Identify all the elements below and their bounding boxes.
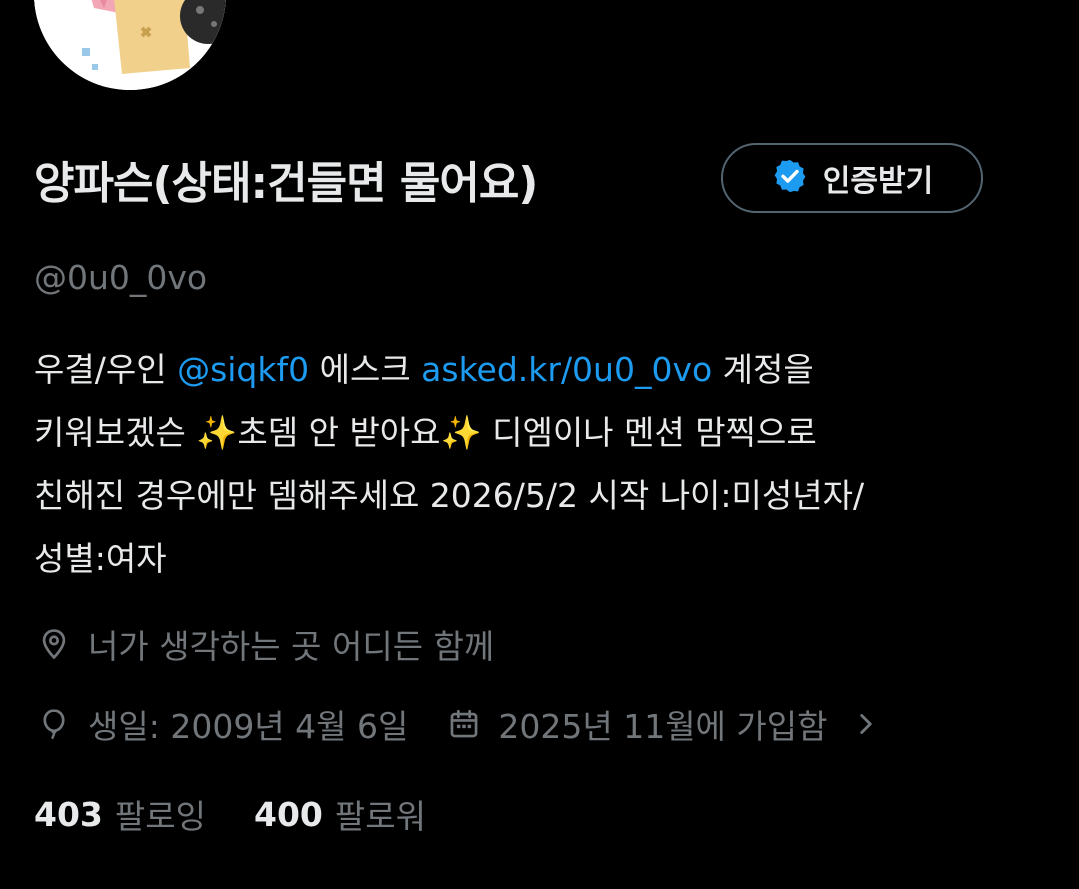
asked-link[interactable]: asked.kr/0u0_0vo bbox=[421, 350, 712, 389]
following-count: 403 bbox=[34, 794, 103, 834]
bio-text: 에스크 bbox=[309, 350, 422, 389]
profile-dates-row: 생일: 2009년 4월 6일 2025년 11월에 가입함 bbox=[34, 700, 878, 748]
get-verified-label: 인증받기 bbox=[822, 164, 934, 199]
calendar-icon bbox=[444, 704, 484, 744]
following-label: 팔로잉 bbox=[114, 797, 206, 836]
profile-joined-date: 2025년 11월에 가입함 bbox=[498, 707, 828, 746]
get-verified-button[interactable]: 인증받기 bbox=[721, 143, 983, 213]
profile-bio: 우결/우인 @siqkf0 에스크 asked.kr/0u0_0vo 계정을 키… bbox=[34, 338, 1044, 590]
verified-badge-icon bbox=[771, 157, 809, 199]
display-name: 양파슨(상태:건들면 물어요) bbox=[34, 158, 538, 209]
profile-handle: @0u0_0vo bbox=[34, 258, 208, 297]
avatar[interactable] bbox=[34, 0, 226, 90]
followers-label: 팔로워 bbox=[334, 797, 426, 836]
profile-birthday: 생일: 2009년 4월 6일 bbox=[88, 707, 409, 746]
bio-text: 우결/우인 bbox=[34, 350, 178, 389]
bio-line-3: 친해진 경우에만 뎀해주세요 2026/5/2 시작 나이:미성년자/ bbox=[34, 476, 865, 515]
bio-text: 계정을 bbox=[712, 350, 814, 389]
followers-link[interactable]: 400 팔로워 bbox=[254, 790, 426, 838]
follow-stats: 403 팔로잉 400 팔로워 bbox=[34, 790, 426, 838]
profile-location-row: 너가 생각하는 곳 어디든 함께 bbox=[34, 620, 494, 668]
following-link[interactable]: 403 팔로잉 bbox=[34, 790, 206, 838]
bio-line-4: 성별:여자 bbox=[34, 539, 167, 578]
chevron-right-icon[interactable] bbox=[854, 707, 878, 741]
location-pin-icon bbox=[34, 624, 74, 664]
bio-line-2: 키워보겠슨 ✨초뎀 안 받아요✨ 디엠이나 멘션 맘찍으로 bbox=[34, 413, 817, 452]
profile-name-row: 양파슨(상태:건들면 물어요) bbox=[34, 142, 538, 216]
bio-line-1: 우결/우인 @siqkf0 에스크 asked.kr/0u0_0vo 계정을 bbox=[34, 338, 1044, 401]
followers-count: 400 bbox=[253, 794, 323, 834]
mention-link[interactable]: @siqkf0 bbox=[177, 350, 309, 389]
profile-location: 너가 생각하는 곳 어디든 함께 bbox=[88, 627, 495, 666]
balloon-icon bbox=[34, 704, 74, 744]
